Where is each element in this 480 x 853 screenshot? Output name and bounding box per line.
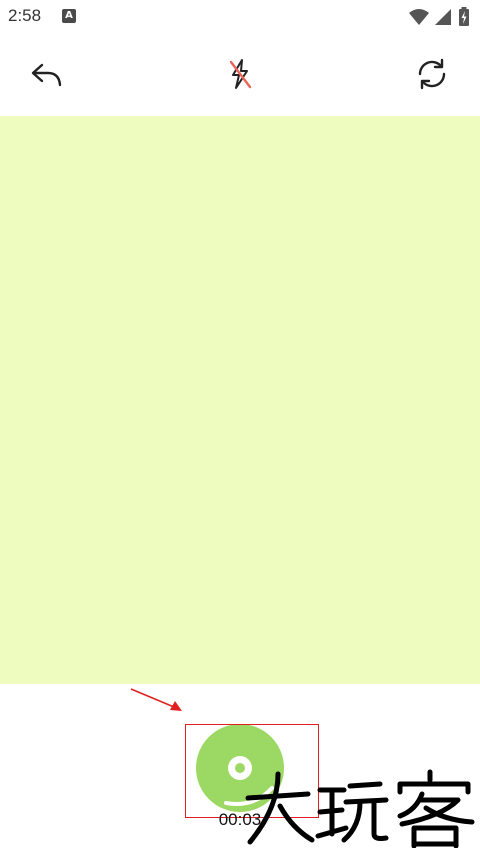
status-icons [408, 6, 472, 28]
notification-a-icon: A [62, 9, 76, 23]
recording-timer: 00:03 [218, 810, 262, 829]
battery-charging-icon [459, 7, 469, 26]
status-time: 2:58 [8, 6, 42, 25]
camera-toolbar [0, 34, 480, 116]
switch-camera-button[interactable] [414, 56, 450, 92]
cellular-signal-icon [435, 9, 451, 25]
back-button[interactable] [28, 56, 64, 92]
camera-preview [0, 116, 480, 684]
annotation-arrow-icon [130, 688, 182, 711]
wifi-icon [409, 9, 429, 25]
switch-camera-icon [418, 58, 446, 90]
watermark-logo [240, 768, 476, 848]
back-icon [31, 63, 62, 87]
status-bar: 2:58 A [0, 0, 480, 34]
flash-toggle-button[interactable] [222, 56, 258, 92]
flash-off-icon [229, 59, 252, 89]
